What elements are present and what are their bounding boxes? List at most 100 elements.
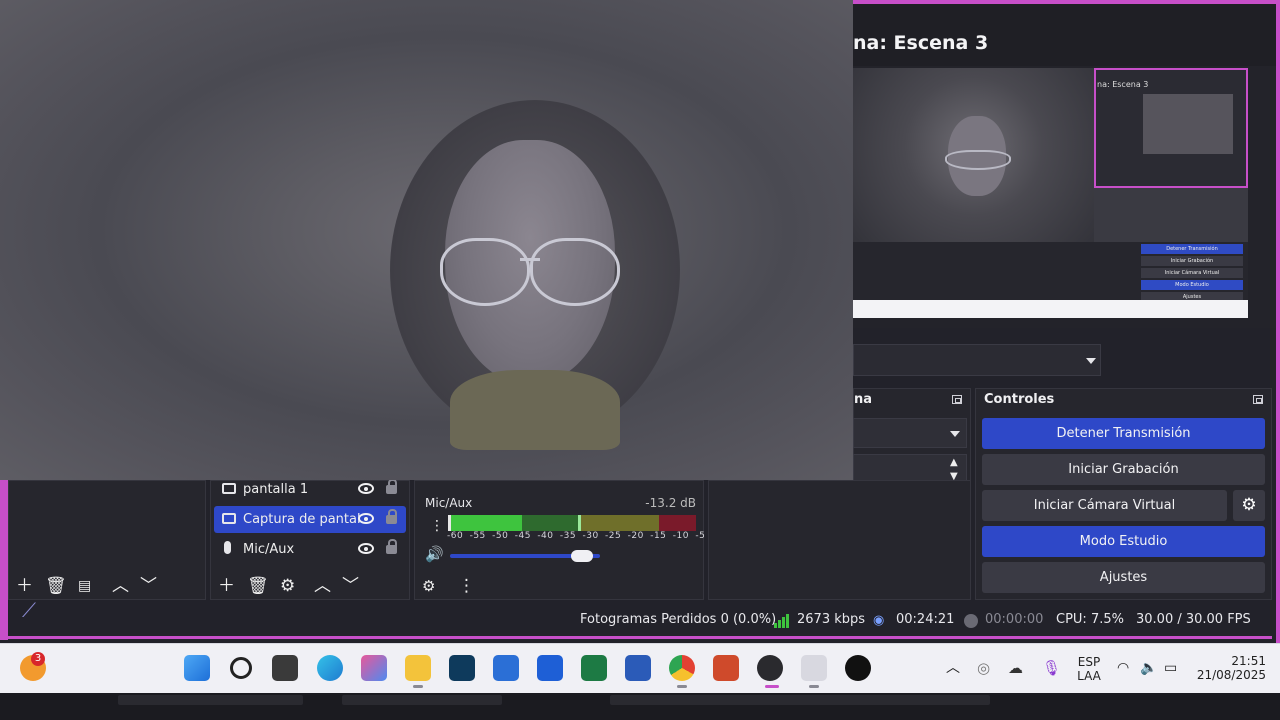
lock-icon[interactable] — [386, 509, 397, 524]
scale-tick: -60 — [447, 531, 464, 541]
move-up-icon[interactable]: ︿ — [112, 576, 129, 596]
nested-docks: Detener Transmisión Iniciar Grabación In… — [853, 242, 1248, 302]
source-item-pantalla-1[interactable]: pantalla 1 — [214, 476, 406, 503]
undock-icon[interactable] — [1253, 395, 1263, 404]
volume-slider-handle[interactable] — [571, 550, 593, 562]
microsoft-store-icon[interactable] — [493, 655, 519, 681]
start-virtual-camera-button[interactable]: Iniciar Cámara Virtual — [982, 490, 1227, 521]
studio-mode-button[interactable]: Modo Estudio — [982, 526, 1265, 557]
scale-tick: -50 — [492, 531, 509, 541]
scene-filter-icon[interactable]: ▤ — [78, 576, 91, 596]
chevron-down-icon — [950, 431, 960, 437]
neck-scarf-shape — [450, 370, 620, 450]
disney-plus-icon[interactable] — [449, 655, 475, 681]
mixer-channel-name: Mic/Aux — [425, 496, 473, 510]
speaker-icon[interactable]: 🔊 — [425, 544, 444, 564]
nested-obs-capture: na: Escena 3 Detener Transmisión Iniciar… — [853, 68, 1248, 318]
nested-stop-stream: Detener Transmisión — [1141, 244, 1243, 254]
nested-virtual-camera: Iniciar Cámara Virtual — [1141, 268, 1243, 278]
windows-start-icon[interactable] — [184, 655, 210, 681]
wifi-icon[interactable]: ◠ — [1117, 658, 1129, 678]
source-item-mic-aux[interactable]: Mic/Aux — [214, 536, 406, 563]
settings-button[interactable]: Ajustes — [982, 562, 1265, 593]
stream-broadcast-icon: ◉ — [873, 613, 885, 628]
clock-date: 21/08/2025 — [1196, 668, 1266, 682]
dropped-frames: Fotogramas Perdidos 0 (0.0%) — [580, 612, 777, 627]
transition-type-select[interactable] — [853, 418, 967, 448]
language-label: ESP — [1077, 655, 1101, 669]
source-properties-gear-icon[interactable]: ⚙ — [280, 576, 295, 596]
visibility-eye-icon[interactable] — [358, 483, 374, 494]
excel-icon[interactable] — [581, 655, 607, 681]
start-recording-button[interactable]: Iniciar Grabación — [982, 454, 1265, 485]
glasses-left-lens — [440, 238, 530, 306]
running-indicator — [677, 685, 687, 688]
running-indicator — [809, 685, 819, 688]
clock[interactable]: 21:51 21/08/2025 — [1196, 654, 1266, 682]
move-down-icon[interactable]: ﹀ — [342, 576, 359, 596]
glasses-bridge — [520, 258, 540, 261]
app-icon[interactable] — [801, 655, 827, 681]
powerpoint-icon[interactable] — [713, 655, 739, 681]
scale-tick: -10 — [672, 531, 689, 541]
input-language[interactable]: ESP LAA — [1074, 655, 1104, 683]
nested-glasses — [945, 150, 1011, 170]
scale-tick: -35 — [559, 531, 577, 541]
onedrive-icon[interactable]: ☁ — [1008, 658, 1023, 678]
move-down-icon[interactable]: ﹀ — [140, 576, 157, 596]
scene-transition-dropdown[interactable] — [853, 344, 1101, 376]
webcam-preview[interactable] — [0, 0, 853, 480]
program-scene-title: na: Escena 3 — [853, 32, 989, 54]
visibility-eye-icon[interactable] — [358, 543, 374, 554]
virtual-camera-settings-button[interactable]: ⚙ — [1233, 490, 1265, 521]
add-scene-icon[interactable]: ＋ — [16, 576, 33, 596]
search-icon[interactable] — [230, 657, 252, 679]
mixer-menu-icon[interactable]: ⋮ — [458, 576, 475, 596]
advanced-audio-gear-icon[interactable]: ⚙ — [422, 576, 435, 596]
channel-menu-icon[interactable]: ⋮ — [430, 516, 444, 536]
nested-webcam — [853, 68, 1094, 242]
controls-dock-title: Controles — [984, 392, 1055, 407]
tiktok-icon[interactable] — [845, 655, 871, 681]
remove-source-icon[interactable]: 🗑 — [247, 576, 269, 596]
remove-scene-icon[interactable]: 🗑 — [45, 576, 67, 596]
autocad-icon[interactable] — [537, 655, 563, 681]
monitor-icon — [222, 513, 236, 524]
battery-icon[interactable]: ▭ — [1164, 658, 1177, 678]
add-source-icon[interactable]: ＋ — [218, 576, 235, 596]
lock-icon[interactable] — [386, 539, 397, 554]
running-indicator — [413, 685, 423, 688]
clock-time: 21:51 — [1231, 654, 1266, 668]
visibility-eye-icon[interactable] — [358, 513, 374, 524]
task-view-icon[interactable] — [272, 655, 298, 681]
meter-scale: -60 -55 -50 -45 -40 -35 -30 -25 -20 -15 … — [447, 531, 721, 541]
obs-studio-icon[interactable] — [757, 655, 783, 681]
meter-red-zone — [659, 515, 696, 531]
file-explorer-icon[interactable] — [405, 655, 431, 681]
chevron-up-icon[interactable]: ︿ — [946, 658, 960, 678]
chrome-icon[interactable] — [669, 655, 695, 681]
edge-browser-icon[interactable] — [317, 655, 343, 681]
meter-green-active — [451, 515, 522, 531]
background-window-strip — [342, 695, 502, 705]
recording-time: 00:00:00 — [985, 612, 1044, 627]
source-item-captura[interactable]: Captura de pantal — [214, 506, 406, 533]
microphone-icon[interactable]: 🎙 — [1042, 658, 1061, 678]
word-icon[interactable] — [625, 655, 651, 681]
move-up-icon[interactable]: ︿ — [314, 576, 331, 596]
stop-stream-button[interactable]: Detener Transmisión — [982, 418, 1265, 449]
undock-icon[interactable] — [952, 395, 962, 404]
nested-studio-mode: Modo Estudio — [1141, 280, 1243, 290]
background-window-strip — [610, 695, 990, 705]
recording-dot-icon — [964, 614, 978, 628]
glasses-right-lens — [530, 238, 620, 306]
empty-dock — [708, 480, 971, 600]
mixer-level-db: -13.2 dB — [645, 496, 696, 510]
lock-icon[interactable] — [386, 479, 397, 494]
scale-tick: -55 — [469, 531, 486, 541]
scale-tick: -25 — [605, 531, 622, 541]
scale-tick: -30 — [582, 531, 599, 541]
tray-app-icon[interactable]: ◎ — [977, 658, 990, 678]
copilot-icon[interactable] — [361, 655, 387, 681]
volume-icon[interactable]: 🔈 — [1140, 658, 1157, 678]
